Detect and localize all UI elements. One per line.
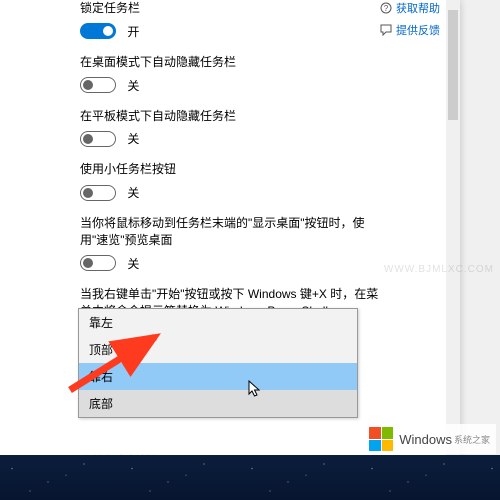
windows-logo-icon [369, 427, 393, 451]
toggle-lock-taskbar[interactable] [80, 23, 116, 39]
watermark-sub: 系统之家 [454, 433, 490, 446]
setting-label: 在桌面模式下自动隐藏任务栏 [80, 54, 384, 71]
setting-autohide-desktop: 在桌面模式下自动隐藏任务栏 关 [80, 54, 384, 94]
toggle-small-buttons[interactable] [80, 185, 116, 201]
watermark: Windows 系统之家 [363, 424, 496, 454]
scrollbar-thumb[interactable] [448, 10, 458, 120]
position-dropdown: 靠左 顶部 靠右 底部 [78, 308, 358, 418]
setting-label: 使用小任务栏按钮 [80, 161, 384, 178]
toggle-state: 关 [127, 130, 139, 147]
help-links: ? 获取帮助 提供反馈 [380, 0, 440, 44]
toggle-autohide-desktop[interactable] [80, 77, 116, 93]
feedback-icon [380, 24, 392, 36]
feedback-link-label: 提供反馈 [396, 22, 440, 38]
feedback-link[interactable]: 提供反馈 [380, 22, 440, 38]
toggle-state: 关 [127, 255, 139, 272]
dropdown-option-top[interactable]: 顶部 [79, 336, 357, 363]
setting-label: 锁定任务栏 [80, 0, 384, 17]
setting-autohide-tablet: 在平板模式下自动隐藏任务栏 关 [80, 108, 384, 148]
setting-label: 在平板模式下自动隐藏任务栏 [80, 108, 384, 125]
help-icon: ? [380, 2, 392, 14]
scrollbar[interactable] [446, 0, 460, 455]
cursor-icon [248, 380, 262, 401]
setting-lock-taskbar: 锁定任务栏 开 [80, 0, 384, 40]
dropdown-option-right[interactable]: 靠右 [79, 363, 357, 390]
toggle-state: 关 [127, 77, 139, 94]
url-watermark: WWW.BJMLXC.COM [384, 264, 494, 275]
get-help-link[interactable]: ? 获取帮助 [380, 0, 440, 16]
dropdown-option-left[interactable]: 靠左 [79, 309, 357, 336]
watermark-brand: Windows [399, 432, 452, 447]
toggle-peek[interactable] [80, 255, 116, 271]
taskbar[interactable] [0, 455, 500, 500]
toggle-state: 开 [127, 23, 139, 40]
toggle-state: 关 [127, 184, 139, 201]
svg-text:?: ? [384, 4, 389, 13]
help-link-label: 获取帮助 [396, 0, 440, 16]
setting-peek: 当你将鼠标移动到任务栏末端的"显示桌面"按钮时，使用"速览"预览桌面 关 [80, 215, 384, 272]
setting-small-buttons: 使用小任务栏按钮 关 [80, 161, 384, 201]
setting-label: 当你将鼠标移动到任务栏末端的"显示桌面"按钮时，使用"速览"预览桌面 [80, 215, 384, 249]
dropdown-option-bottom[interactable]: 底部 [79, 390, 357, 417]
toggle-autohide-tablet[interactable] [80, 131, 116, 147]
